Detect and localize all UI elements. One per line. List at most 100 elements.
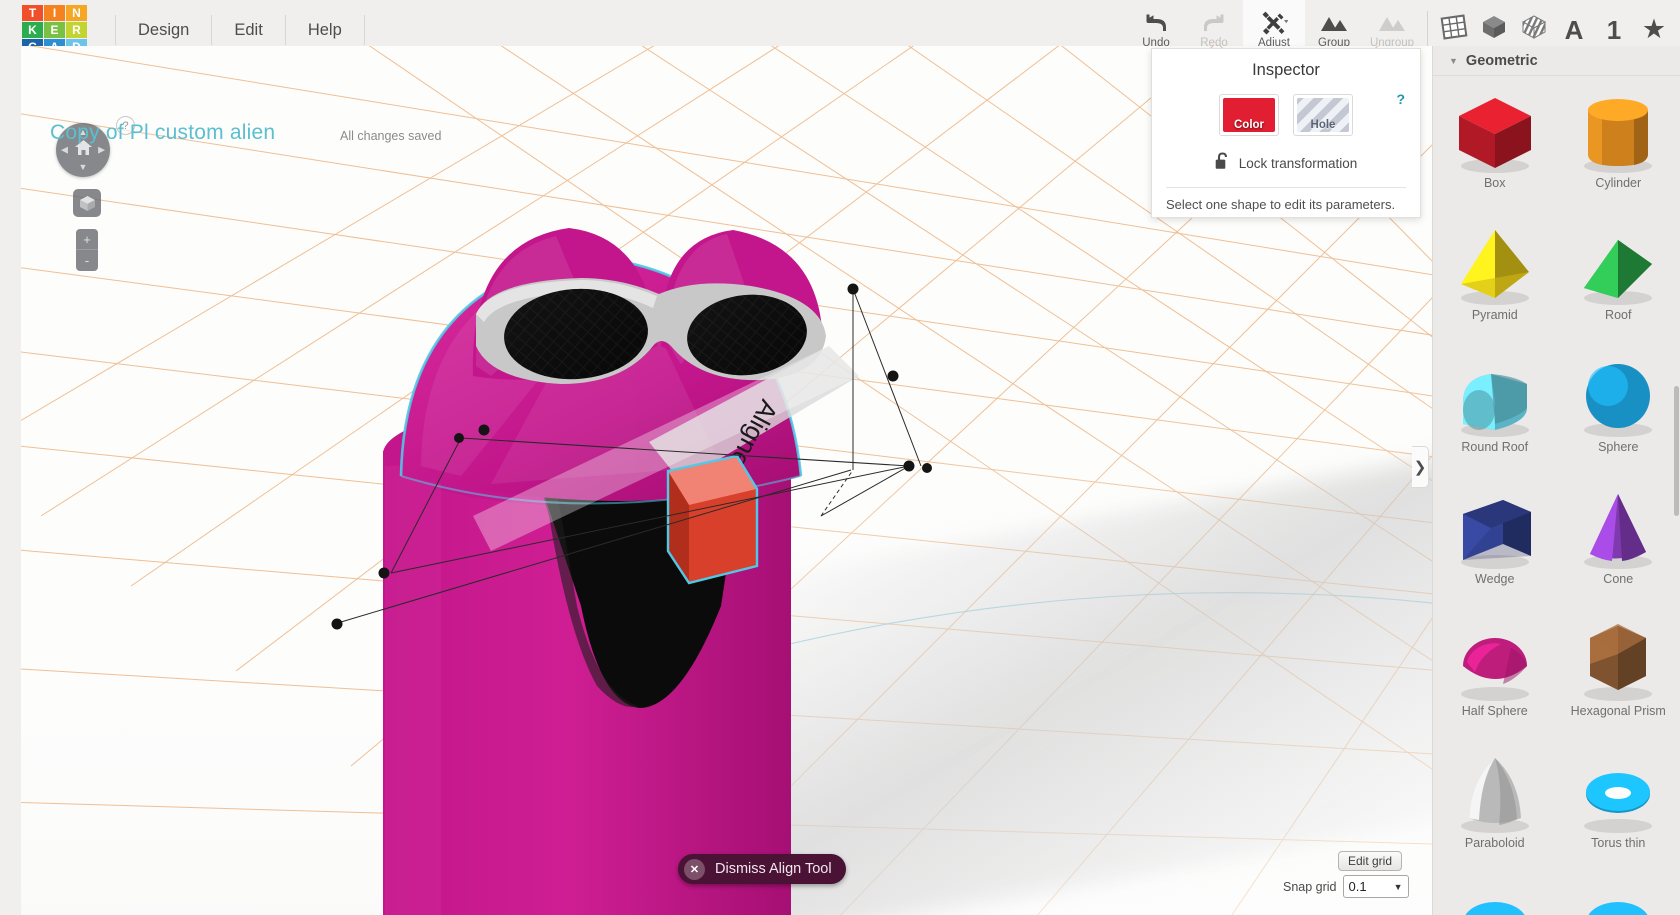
hole-label: Hole	[1310, 119, 1336, 131]
solid-cube-icon	[1481, 14, 1507, 45]
shape-item-hexagonal-prism[interactable]: Hexagonal Prism	[1557, 612, 1680, 740]
fit-view-button[interactable]	[73, 189, 101, 217]
align-tools-icon	[1260, 10, 1288, 36]
shape-item-paraboloid[interactable]: Paraboloid	[1433, 744, 1557, 872]
lock-transformation-row[interactable]: Lock transformation	[1152, 152, 1420, 175]
logo-letter-t-0: T	[22, 4, 43, 21]
shape-item-torus-thin[interactable]: Torus thin	[1557, 744, 1680, 872]
logo-letter-r-5: R	[66, 21, 87, 38]
snap-grid-label: Snap grid	[1283, 879, 1337, 894]
lock-transformation-label: Lock transformation	[1238, 156, 1358, 171]
number-icon: 1	[1606, 14, 1622, 45]
pyramid-icon	[1440, 216, 1550, 312]
hole-swatch-button[interactable]: Hole	[1293, 94, 1353, 136]
collapse-panel-button[interactable]: ❯	[1412, 446, 1429, 488]
shape-item-label: Pyramid	[1471, 308, 1518, 322]
torus-thin-icon	[1563, 744, 1673, 840]
logo-letter-k-3: K	[22, 21, 43, 38]
edit-grid-button[interactable]: Edit grid	[1338, 851, 1403, 871]
close-icon[interactable]: ✕	[684, 858, 705, 880]
shape-item-label: Box	[1483, 176, 1506, 190]
hexagonal-prism-icon	[1563, 612, 1673, 708]
snap-grid-control: Snap grid 0.1 ▼	[1283, 875, 1409, 898]
hole-cube-icon	[1521, 14, 1547, 45]
sphere-icon	[1563, 348, 1673, 444]
text-letter-icon: A	[1564, 14, 1584, 45]
shape-item-cylinder[interactable]: Cylinder	[1557, 84, 1680, 212]
menu-edit[interactable]: Edit	[212, 14, 286, 45]
logo-letter-i-1: I	[44, 4, 65, 21]
view-down-arrow-icon[interactable]: ▼	[79, 163, 88, 172]
roof-icon	[1563, 216, 1673, 312]
shapes-panel: ▼ Geometric Box Cylinder Pyramid Roof Ro…	[1432, 46, 1680, 915]
shape-item-label: Sphere	[1598, 440, 1639, 454]
inspector-help-icon[interactable]: ?	[1396, 91, 1405, 107]
view-right-arrow-icon[interactable]: ▶	[98, 145, 105, 155]
paraboloid-icon	[1440, 744, 1550, 840]
shape-item-label: Cone	[1603, 572, 1634, 586]
shapes-section-title: Geometric	[1465, 52, 1538, 69]
shape-item-sphere[interactable]: Sphere	[1557, 348, 1680, 476]
shape-item-round-roof[interactable]: Round Roof	[1433, 348, 1557, 476]
view-left-arrow-icon[interactable]: ◀	[61, 145, 68, 155]
ungroup-mountains-icon	[1377, 10, 1407, 36]
snap-grid-value: 0.1	[1348, 879, 1367, 894]
inspector-note: Select one shape to edit its parameters.	[1166, 197, 1396, 212]
shape-item-label: Cylinder	[1595, 176, 1642, 190]
workplane-grid-icon	[1440, 14, 1468, 45]
shape-item-torus-thick[interactable]: Torus thick	[1557, 876, 1680, 915]
shape-item-label: Hexagonal Prism	[1570, 704, 1666, 718]
round-roof-icon	[1440, 348, 1550, 444]
shape-item-label: Paraboloid	[1464, 836, 1525, 850]
dismiss-align-tool-label: Dismiss Align Tool	[715, 861, 832, 877]
shape-item-pyramid[interactable]: Pyramid	[1433, 216, 1557, 344]
design-title[interactable]: Copy of Pl custom alien	[50, 121, 275, 145]
shapes-scrollbar[interactable]	[1674, 386, 1679, 516]
star-icon: ★	[1641, 14, 1667, 44]
save-status: All changes saved	[340, 129, 442, 143]
zoom-out-button[interactable]: -	[76, 250, 98, 271]
group-mountains-icon	[1319, 10, 1349, 36]
shape-item-roof[interactable]: Roof	[1557, 216, 1680, 344]
menu-help[interactable]: Help	[286, 14, 365, 45]
zoom-in-button[interactable]: +	[76, 229, 98, 250]
toolbar-divider	[1427, 10, 1428, 49]
cylinder-icon	[1563, 84, 1673, 180]
unlocked-padlock-icon	[1215, 152, 1230, 175]
logo-letter-e-4: E	[44, 21, 65, 38]
shape-item-label: Half Sphere	[1461, 704, 1528, 718]
shape-item-half-sphere[interactable]: Half Sphere	[1433, 612, 1557, 740]
shapes-section-header[interactable]: ▼ Geometric	[1433, 46, 1680, 76]
tinkercad-app: TINKERCAD Design Edit Help Undo	[0, 0, 1680, 915]
box-icon	[1440, 84, 1550, 180]
half-sphere-icon	[1440, 612, 1550, 708]
inspector-divider	[1166, 187, 1406, 188]
shape-item-label: Torus thin	[1591, 836, 1646, 850]
inspector-swatches: Color Hole	[1152, 94, 1420, 136]
zoom-controls: + -	[76, 229, 98, 271]
color-label: Color	[1233, 119, 1265, 131]
redo-arrow-icon	[1202, 10, 1226, 36]
wedge-icon	[1440, 480, 1550, 576]
logo-letter-n-2: N	[66, 4, 87, 21]
color-swatch-button[interactable]: Color	[1219, 94, 1279, 136]
shape-item-wedge[interactable]: Wedge	[1433, 480, 1557, 608]
menu-design[interactable]: Design	[115, 14, 213, 45]
undo-arrow-icon	[1144, 10, 1168, 36]
shape-item-label: Roof	[1605, 308, 1632, 322]
snap-grid-select[interactable]: 0.1 ▼	[1342, 875, 1409, 898]
cube-icon	[79, 195, 95, 211]
inspector-panel: Inspector ? Color Hole Lock transformati…	[1151, 48, 1421, 218]
dismiss-align-tool-button[interactable]: ✕ Dismiss Align Tool	[678, 854, 846, 884]
chevron-down-icon: ▼	[1393, 881, 1403, 892]
shape-item-torus[interactable]: Torus	[1433, 876, 1557, 915]
shape-item-label: Wedge	[1475, 572, 1515, 586]
shape-item-label: Round Roof	[1461, 440, 1529, 454]
shapes-grid: Box Cylinder Pyramid Roof Round Roof Sph…	[1433, 76, 1680, 915]
cone-icon	[1563, 480, 1673, 576]
shape-item-box[interactable]: Box	[1433, 84, 1557, 212]
shape-item-cone[interactable]: Cone	[1557, 480, 1680, 608]
chevron-down-icon: ▼	[1449, 55, 1458, 66]
torus-thick-icon	[1563, 876, 1673, 915]
inspector-title: Inspector	[1252, 61, 1320, 79]
